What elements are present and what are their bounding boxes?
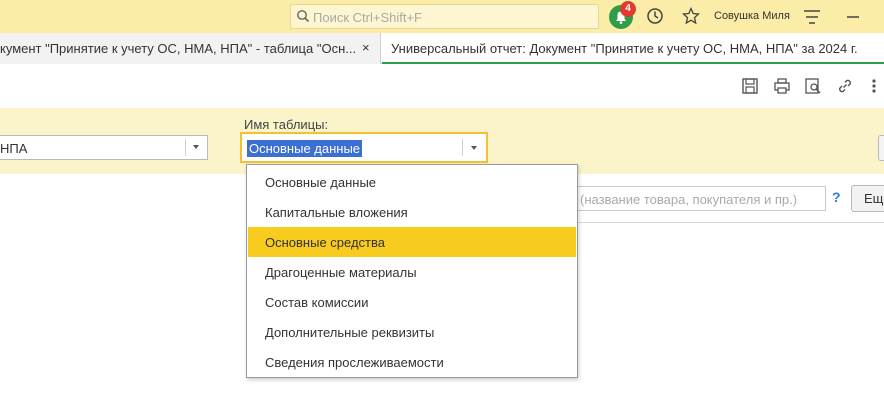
global-search-input[interactable]: Поиск Ctrl+Shift+F: [290, 4, 599, 29]
tab-label: Универсальный отчет: Документ "Принятие …: [391, 41, 858, 56]
dropdown-item-highlighted[interactable]: Основные средства: [248, 227, 576, 257]
main-menu-icon[interactable]: [803, 9, 821, 28]
link-icon[interactable]: [836, 77, 854, 98]
search-icon: [296, 9, 310, 26]
chevron-down-icon[interactable]: [193, 145, 199, 149]
divider: [462, 139, 463, 156]
top-bar: Поиск Ctrl+Shift+F 4 Совушка Миля: [0, 0, 884, 33]
help-icon[interactable]: ?: [832, 189, 841, 205]
dropdown-item[interactable]: Дополнительные реквизиты: [248, 317, 576, 347]
dropdown-item[interactable]: Драгоценные материалы: [248, 257, 576, 287]
table-name-label: Имя таблицы:: [244, 117, 329, 132]
preview-icon[interactable]: [804, 77, 822, 98]
print-icon[interactable]: [773, 77, 791, 98]
tab-universal-report[interactable]: Универсальный отчет: Документ "Принятие …: [382, 33, 884, 64]
table-name-select[interactable]: Основные данные: [240, 132, 488, 163]
notifications-badge: 4: [620, 1, 636, 17]
search-placeholder: Поиск Ctrl+Shift+F: [313, 10, 422, 25]
more-actions-icon[interactable]: [870, 77, 878, 98]
more-button-label: Ещё: [864, 191, 884, 206]
tab-document-table[interactable]: кумент "Принятие к учету ОС, НМА, НПА" -…: [0, 33, 381, 64]
dropdown-item[interactable]: Сведения прослеживаемости: [248, 347, 576, 377]
left-filter-field[interactable]: НПА: [0, 135, 208, 160]
more-button[interactable]: Ещё: [851, 185, 884, 212]
divider: [574, 222, 884, 223]
minimize-icon[interactable]: [846, 10, 860, 27]
tab-label: кумент "Принятие к учету ОС, НМА, НПА" -…: [0, 41, 357, 56]
tab-bar: кумент "Принятие к учету ОС, НМА, НПА" -…: [0, 33, 884, 64]
table-name-value: Основные данные: [247, 140, 363, 157]
tab-close-icon[interactable]: ×: [362, 40, 370, 55]
history-icon[interactable]: [646, 7, 664, 28]
dropdown-item[interactable]: Основные данные: [248, 167, 576, 197]
save-icon[interactable]: [741, 77, 759, 98]
favorites-star-icon[interactable]: [681, 6, 701, 28]
chevron-down-icon[interactable]: [471, 146, 477, 150]
left-filter-value: НПА: [0, 141, 28, 156]
dropdown-item[interactable]: Состав комиссии: [248, 287, 576, 317]
report-search-input[interactable]: (название товара, покупателя и пр.): [574, 186, 826, 211]
user-name[interactable]: Совушка Миля: [714, 10, 790, 22]
divider: [185, 139, 186, 156]
dropdown-item[interactable]: Капитальные вложения: [248, 197, 576, 227]
table-name-dropdown: Основные данные Капитальные вложения Осн…: [246, 164, 578, 378]
report-search-placeholder: (название товара, покупателя и пр.): [580, 192, 798, 207]
right-panel-button[interactable]: [878, 135, 884, 161]
